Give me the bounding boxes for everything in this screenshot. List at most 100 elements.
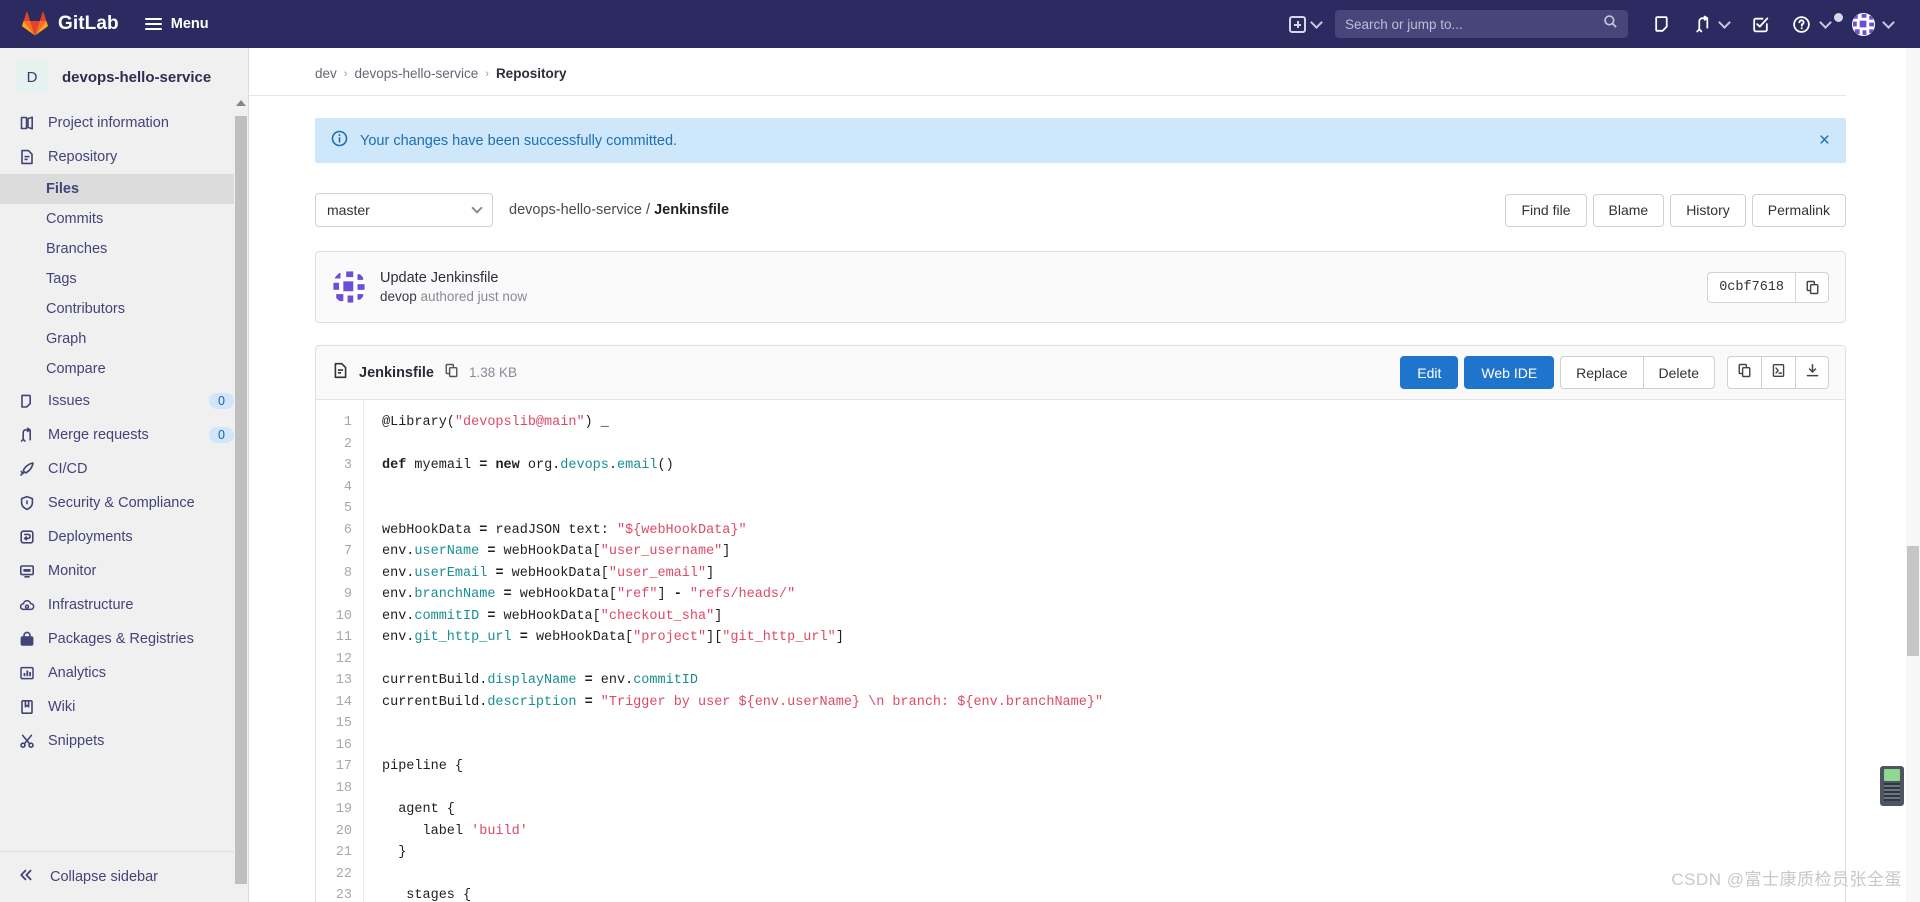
todo-checkbox-icon [1751,15,1770,34]
copy-contents-button[interactable] [1727,356,1761,389]
replace-delete-group: Replace Delete [1560,356,1715,389]
open-raw-button[interactable] [1761,356,1795,389]
sidebar-item-files[interactable]: Files [0,174,248,204]
sidebar-scrollbar[interactable] [234,96,248,902]
breadcrumb-project[interactable]: devops-hello-service [354,66,478,81]
edit-button[interactable]: Edit [1400,356,1459,389]
sidebar-item-analytics[interactable]: Analytics [0,656,248,690]
permalink-button[interactable]: Permalink [1751,193,1846,227]
code-content[interactable]: @Library("devopslib@main") _ def myemail… [364,400,1845,902]
find-file-button[interactable]: Find file [1505,193,1587,227]
download-button[interactable] [1795,356,1829,389]
commit-author[interactable]: devop [380,289,417,304]
code-line: env.userName = webHookData["user_usernam… [382,541,1845,563]
sidebar-item-monitor[interactable]: Monitor [0,554,248,588]
sidebar-item-ci-cd[interactable]: CI/CD [0,452,248,486]
sidebar-item-snippets[interactable]: Snippets [0,724,248,758]
user-menu-button[interactable] [1841,0,1904,48]
sidebar-item-tags[interactable]: Tags [0,264,248,294]
sidebar-item-label: Project information [48,115,169,131]
main-menu-button[interactable]: Menu [144,16,209,32]
search-icon [1603,14,1618,34]
code-token: "Trigger by user ${env.userName} \n bran… [600,694,1104,710]
path-project-link[interactable]: devops-hello-service [509,202,642,218]
commit-sha-group: 0cbf7618 [1707,271,1829,303]
blame-button[interactable]: Blame [1592,193,1665,227]
code-token: = [584,694,593,710]
sidebar-item-infrastructure[interactable]: Infrastructure [0,588,248,622]
code-line: pipeline { [382,756,1845,778]
sidebar-item-compare[interactable]: Compare [0,354,248,384]
gitlab-home-link[interactable]: GitLab [22,11,119,37]
sidebar-item-graph[interactable]: Graph [0,324,248,354]
code-line: @Library("devopslib@main") _ [382,412,1845,434]
commit-info: Update Jenkinsfile devop authored just n… [380,270,527,304]
code-token: ] [706,565,715,581]
issues-nav-button[interactable] [1642,0,1683,48]
collapse-sidebar-button[interactable]: Collapse sidebar [0,851,248,902]
code-token: userEmail [414,565,488,581]
sidebar-scroll-up-arrow[interactable] [234,96,248,110]
replace-button[interactable]: Replace [1560,356,1643,389]
create-new-button[interactable] [1281,15,1329,33]
code-token: . [608,458,617,473]
sidebar-item-security-compliance[interactable]: Security & Compliance [0,486,248,520]
sidebar-item-project-information[interactable]: Project information [0,106,248,140]
merge-requests-count-badge: 0 [209,427,234,443]
sidebar-item-label: Snippets [48,733,105,749]
web-ide-button[interactable]: Web IDE [1464,356,1555,389]
chart-bar-icon [18,664,36,682]
help-nav-button[interactable] [1781,0,1843,48]
page-scrollbar[interactable] [1906,48,1920,902]
sidebar-item-commits[interactable]: Commits [0,204,248,234]
sidebar-item-label: CI/CD [48,461,88,477]
sidebar-item-wiki[interactable]: Wiki [0,690,248,724]
todos-nav-button[interactable] [1740,0,1781,48]
sidebar-project-header[interactable]: D devops-hello-service [0,48,248,106]
code-token: ][ [706,630,723,645]
history-button[interactable]: History [1670,193,1746,227]
last-commit-card: Update Jenkinsfile devop authored just n… [315,251,1846,323]
sidebar-item-packages-registries[interactable]: Packages & Registries [0,622,248,656]
breadcrumb-group[interactable]: dev [315,66,337,81]
sidebar-item-issues[interactable]: Issues 0 [0,384,248,418]
delete-button[interactable]: Delete [1642,356,1715,389]
code-token: devops [560,458,609,473]
floating-widget [1880,766,1904,806]
copy-clipboard-icon[interactable] [1795,271,1829,303]
merge-requests-nav-button[interactable] [1683,0,1740,48]
branch-selector[interactable]: master [315,193,493,227]
line-number: 3 [343,458,352,473]
close-icon[interactable]: × [1819,131,1830,150]
sidebar-scrollbar-thumb[interactable] [235,116,247,884]
sidebar-nav-list: Project information Repository Files Com… [0,106,248,851]
breadcrumb-separator: › [343,67,348,80]
code-token: = [519,630,528,645]
line-number: 20 [335,823,352,839]
search-input[interactable]: Search or jump to... [1335,10,1628,38]
sidebar-item-contributors[interactable]: Contributors [0,294,248,324]
commit-sha[interactable]: 0cbf7618 [1707,271,1795,303]
line-number: 17 [335,759,352,774]
project-information-icon [18,114,36,132]
code-token: "user_username" [600,544,723,559]
breadcrumb: dev › devops-hello-service › Repository [249,48,1846,96]
code-token: myemail [406,458,480,473]
sidebar-item-label: Infrastructure [48,597,134,613]
commit-message[interactable]: Update Jenkinsfile [380,270,527,286]
copy-clipboard-icon[interactable] [444,363,459,383]
sidebar-item-merge-requests[interactable]: Merge requests 0 [0,418,248,452]
code-line: agent { [382,799,1845,821]
page-scrollbar-thumb[interactable] [1907,546,1919,656]
triangle-up-icon [236,100,246,106]
sidebar-item-branches[interactable]: Branches [0,234,248,264]
sidebar-item-deployments[interactable]: Deployments [0,520,248,554]
sidebar-item-repository[interactable]: Repository [0,140,248,174]
